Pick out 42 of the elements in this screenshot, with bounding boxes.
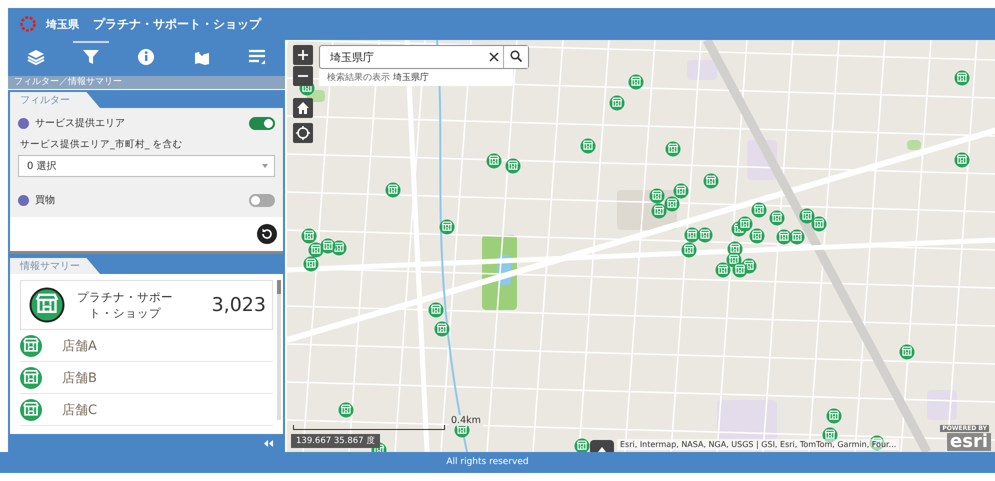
attribution-toggle-button[interactable] [590, 440, 614, 452]
shop-icon [20, 334, 42, 356]
shop-icon [29, 287, 65, 323]
search-field[interactable]: 埼玉県庁 [319, 45, 529, 69]
coordinates-readout: 139.667 35.867 度 [291, 434, 380, 448]
attribution-text: Esri, Intermap, NASA, NGA, USGS | GSI, Esri, TomTom, Garmin, Four... [617, 439, 900, 450]
plus-icon [298, 50, 308, 60]
store-list-item[interactable]: 店舗C [20, 394, 273, 426]
search-icon [510, 50, 522, 62]
filter-tab[interactable]: フィルター [10, 92, 100, 108]
prefecture-logo-icon [18, 14, 38, 34]
logo-text: 埼玉県 [46, 16, 79, 32]
scrollbar[interactable] [277, 280, 281, 420]
summary-tab[interactable]: 情報サマリー [10, 258, 100, 274]
shop-icon [20, 366, 42, 388]
collapse-icon[interactable] [264, 440, 273, 446]
select-dropdown[interactable]: 0 選択 [18, 155, 275, 177]
toggle-switch[interactable] [249, 194, 275, 206]
filter-label: サービス提供エリア [35, 117, 126, 130]
zoom-out-button[interactable] [293, 66, 313, 86]
copyright-text: All rights reserved [446, 456, 529, 469]
home-button[interactable] [293, 98, 313, 118]
scale-label: 0.4km [449, 415, 483, 426]
reset-icon[interactable] [257, 224, 277, 244]
store-list-item[interactable]: 店舗B [20, 362, 273, 394]
summary-title: プラチナ・サポート・ショップ [76, 288, 174, 322]
esri-logo: esri [947, 433, 991, 451]
caret-icon [262, 164, 268, 168]
toggle-switch[interactable] [249, 116, 275, 130]
search-input[interactable]: 埼玉県庁 [320, 46, 485, 68]
search-button[interactable] [503, 46, 528, 68]
filter-label: 買物 [35, 194, 56, 207]
zoom-in-button[interactable] [293, 45, 313, 65]
info-icon [136, 46, 156, 66]
search-suggestion[interactable]: 検索結果の表示 埼玉県庁 [319, 69, 513, 86]
filter-condition: サービス提供エリア_市町村_ を含む [20, 138, 184, 151]
locate-button[interactable] [293, 123, 313, 143]
summary-count: 3,023 [210, 294, 266, 316]
panel-title: フィルター／情報サマリー [8, 76, 285, 90]
store-list-item[interactable]: 店舗A [20, 330, 273, 362]
shop-icon [20, 398, 42, 420]
app-title: プラチナ・サポート・ショップ [93, 16, 261, 32]
